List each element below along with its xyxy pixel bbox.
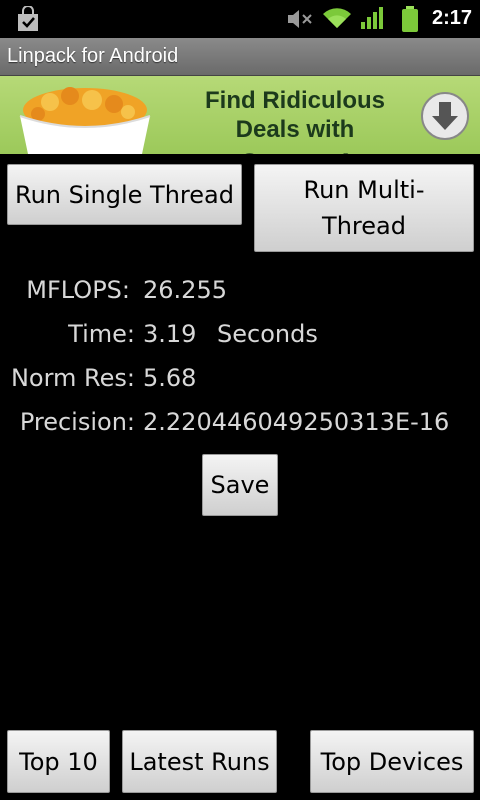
ad-line-2: Deals with Groupon® — [235, 116, 355, 154]
shopping-bag-icon — [18, 6, 38, 31]
top-10-button[interactable]: Top 10 — [7, 730, 110, 793]
norm-res-label: Norm Res: — [10, 364, 135, 392]
run-single-thread-button[interactable]: Run Single Thread — [7, 164, 242, 225]
download-arrow-icon[interactable] — [420, 91, 470, 141]
time-unit: Seconds — [217, 320, 318, 348]
save-button[interactable]: Save — [202, 454, 278, 516]
app-title: Linpack for Android — [7, 45, 179, 67]
wifi-icon — [323, 8, 351, 28]
time-label: Time: — [68, 320, 135, 348]
mflops-value: 26.255 — [143, 276, 227, 304]
precision-value: 2.220446049250313E-16 — [143, 408, 450, 436]
food-bowl-image — [19, 87, 151, 154]
ad-text: Find Ridiculous Deals with Groupon® — [180, 86, 410, 154]
run-multi-thread-button[interactable]: Run Multi- Thread — [254, 164, 474, 252]
top-devices-button[interactable]: Top Devices — [310, 730, 474, 793]
status-bar: 2:17 — [0, 0, 480, 38]
ad-banner[interactable]: Find Ridiculous Deals with Groupon® — [0, 76, 480, 154]
mflops-label: MFLOPS: — [26, 276, 130, 304]
volume-muted-icon — [288, 10, 312, 28]
title-bar: Linpack for Android — [0, 38, 480, 76]
latest-runs-button[interactable]: Latest Runs — [122, 730, 277, 793]
ad-line-1: Find Ridiculous — [205, 87, 385, 114]
run-multi-line-1: Run Multi- — [303, 176, 425, 204]
status-time: 2:17 — [431, 7, 472, 29]
precision-label: Precision: — [19, 408, 135, 436]
signal-icon — [361, 7, 383, 29]
norm-res-value: 5.68 — [143, 364, 197, 392]
battery-icon — [402, 6, 418, 32]
run-multi-line-2: Thread — [322, 212, 406, 240]
time-value: 3.19 — [143, 320, 197, 348]
